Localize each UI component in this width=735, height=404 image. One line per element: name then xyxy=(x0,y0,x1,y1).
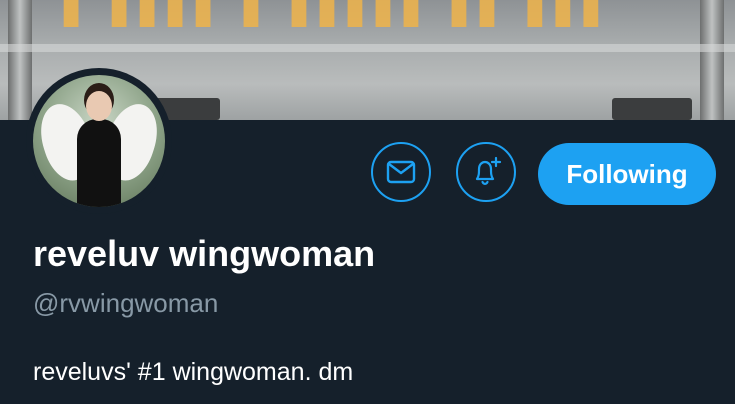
display-name: reveluv wingwoman xyxy=(33,233,376,274)
following-button[interactable]: Following xyxy=(538,143,716,205)
banner-photo-detail xyxy=(612,98,692,120)
user-handle: @rvwingwoman xyxy=(33,288,219,318)
profile-bio: reveluvs' #1 wingwoman. dm xyxy=(33,358,354,386)
message-button[interactable] xyxy=(371,142,431,202)
banner-photo-detail: ▮ ▮▮▮▮ ▮ ▮▮▮▮▮ ▮▮ ▮▮▮ xyxy=(60,0,608,32)
banner-photo-detail xyxy=(0,44,735,52)
bell-plus-icon xyxy=(475,156,502,185)
notifications-button[interactable] xyxy=(456,142,516,202)
avatar-image xyxy=(33,75,165,207)
avatar[interactable] xyxy=(26,68,172,214)
envelope-icon xyxy=(386,160,416,184)
banner-photo-detail xyxy=(8,0,32,120)
